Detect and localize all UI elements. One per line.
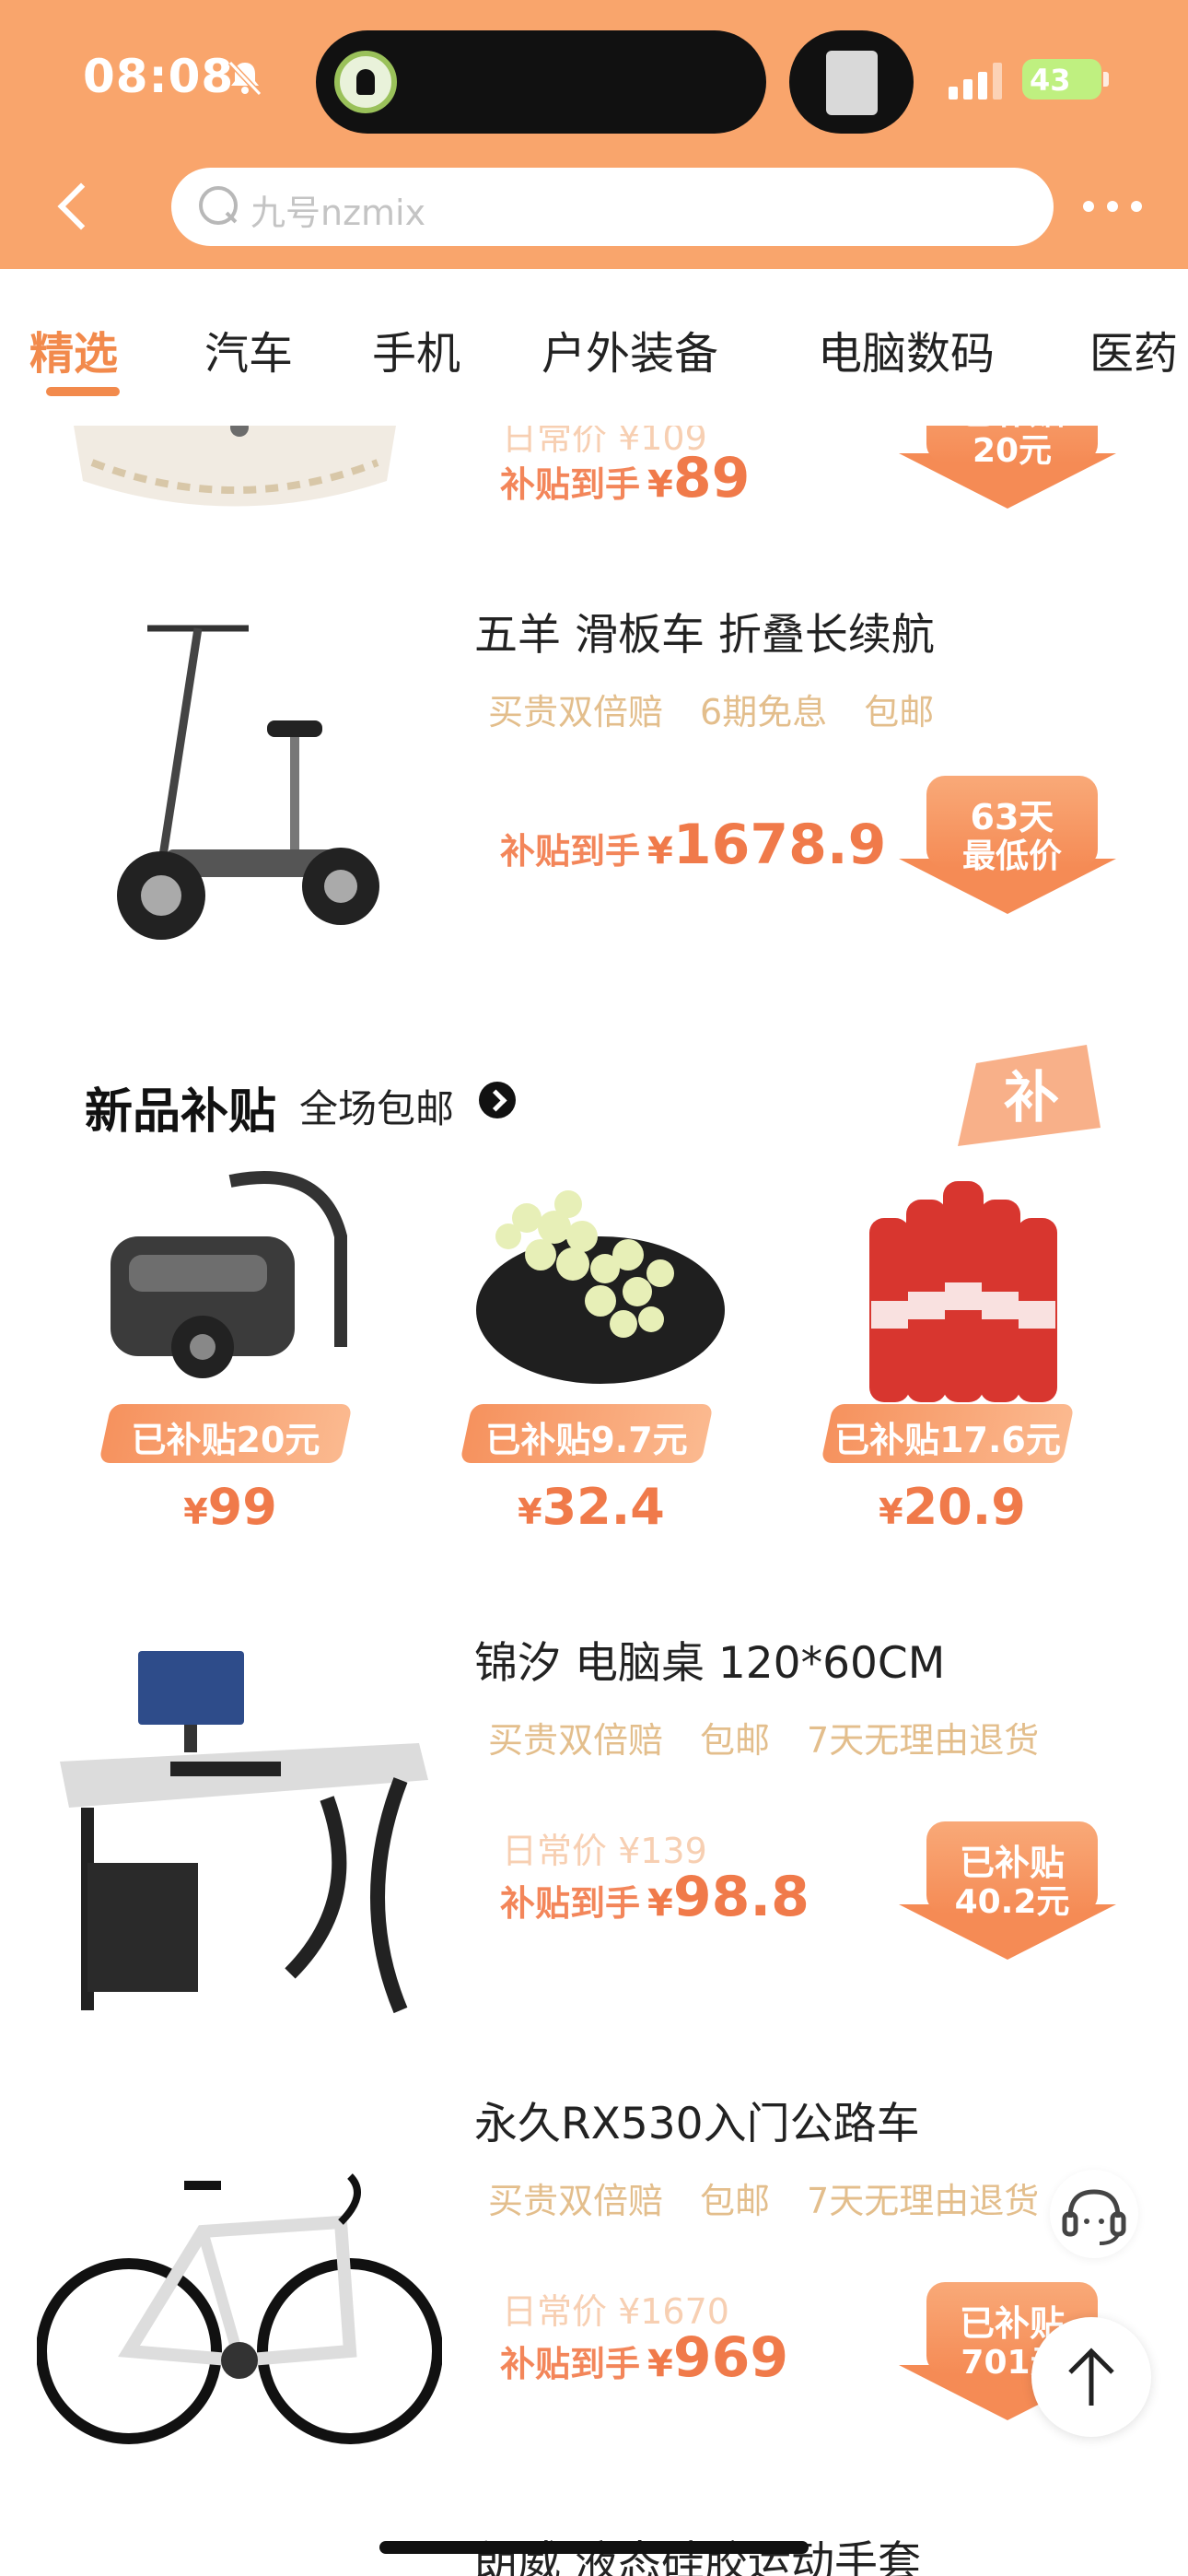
section-title: 新品补贴 [85,1084,277,1140]
app-avatar-icon [334,51,397,113]
product-image [117,625,379,940]
product-tags: 买贵双倍赔 6期免息 包邮 [488,692,935,732]
subsidy-badge: 已补贴 40.2元 [899,1821,1116,1960]
product-image [111,1171,347,1378]
product-image [476,1190,725,1384]
home-indicator[interactable] [379,2541,809,2554]
category-tabs: 精选 汽车 手机 户外装备 电脑数码 医药 [0,269,1188,426]
lowest-price-badge: 63天 最低价 [899,776,1116,914]
signal-icon [949,61,1004,100]
product-title: 永久RX530入门公路车 [474,2099,920,2149]
product-card[interactable]: 五羊 滑板车 折叠长续航 买贵双倍赔 6期免息 包邮 补贴到手 ¥1678.9 63天… [0,591,1188,978]
product-image [869,1181,1057,1402]
new-product-price: ¥32.4 [518,1478,665,1536]
subsidy-badge: 已补贴 20元 [899,426,1116,509]
new-product-card[interactable]: 已补贴9.7元 ¥32.4 [453,1163,729,1550]
search-placeholder: 九号nzmix [250,193,426,233]
content-list: 日常价 ¥109 补贴到手¥89 已补贴 20元 五羊 滑板车 折叠长续航 买贵… [0,426,1188,2576]
subsidy-tag: 已补贴20元 [99,1404,353,1463]
more-icon[interactable] [1083,201,1142,214]
tab-cars[interactable]: 汽车 [204,317,293,381]
product-tags: 买贵双倍赔 包邮 7天无理由退货 [488,1720,1040,1761]
bell-muted-icon [227,60,262,97]
new-product-card[interactable]: 已补贴20元 ¥99 [92,1163,368,1550]
tab-featured[interactable]: 精选 [29,317,118,381]
product-image [37,2173,442,2444]
back-icon[interactable] [48,175,94,240]
new-product-card[interactable]: 已补贴17.6元 ¥20.9 [814,1163,1090,1550]
product-price: 补贴到手 ¥89 [500,446,751,510]
section-subtitle[interactable]: 全场包邮 [299,1078,454,1134]
live-activity [789,30,914,134]
search-input[interactable]: 九号nzmix [171,168,1054,246]
customer-service-button[interactable] [1050,2170,1138,2258]
subsidy-tag: 已补贴17.6元 [821,1404,1075,1463]
tab-indicator [46,387,120,396]
new-product-price: ¥20.9 [879,1478,1026,1536]
subsidy-deco-icon: 补 [958,1045,1101,1146]
tab-computers[interactable]: 电脑数码 [818,317,995,381]
tab-medicine[interactable]: 医药 [1089,317,1178,381]
product-tags: 买贵双倍赔 包邮 7天无理由退货 [488,2181,1040,2221]
tab-outdoor[interactable]: 户外装备 [542,317,718,381]
headset-icon [1062,2189,1126,2245]
arrow-up-icon [1068,2348,1114,2406]
product-card[interactable]: 永久RX530入门公路车 买贵双倍赔 包邮 7天无理由退货 日常价 ¥1670 补贴… [0,2084,1188,2489]
status-time: 08:08 [83,50,235,103]
battery-level: 43 [1030,63,1071,98]
header-bar: 08:08 43 九号nzmix [0,0,1188,269]
product-title: 锦汐 电脑桌 120*60CM [474,1638,946,1689]
chevron-right-icon[interactable] [479,1082,516,1118]
product-price: 补贴到手 ¥98.8 [500,1865,809,1929]
album-icon [826,51,878,115]
product-card[interactable]: 锦汐 电脑桌 120*60CM 买贵双倍赔 包邮 7天无理由退货 日常价 ¥139 … [0,1623,1188,2047]
product-price: 补贴到手 ¥1678.9 [500,813,887,877]
tab-phones[interactable]: 手机 [372,317,460,381]
battery-icon: 43 [1022,59,1101,100]
dynamic-island [316,30,766,134]
back-to-top-button[interactable] [1031,2317,1151,2437]
product-title: 五羊 滑板车 折叠长续航 [474,610,935,661]
subsidy-tag: 已补贴9.7元 [460,1404,714,1463]
new-product-price: ¥99 [183,1478,277,1536]
product-card[interactable]: 日常价 ¥109 补贴到手¥89 已补贴 20元 [0,426,1188,536]
svg-text:补: 补 [1004,1066,1059,1130]
search-icon [197,184,239,227]
product-image [74,426,396,507]
product-image [60,1651,428,2014]
product-price: 补贴到手 ¥969 [500,2325,789,2390]
